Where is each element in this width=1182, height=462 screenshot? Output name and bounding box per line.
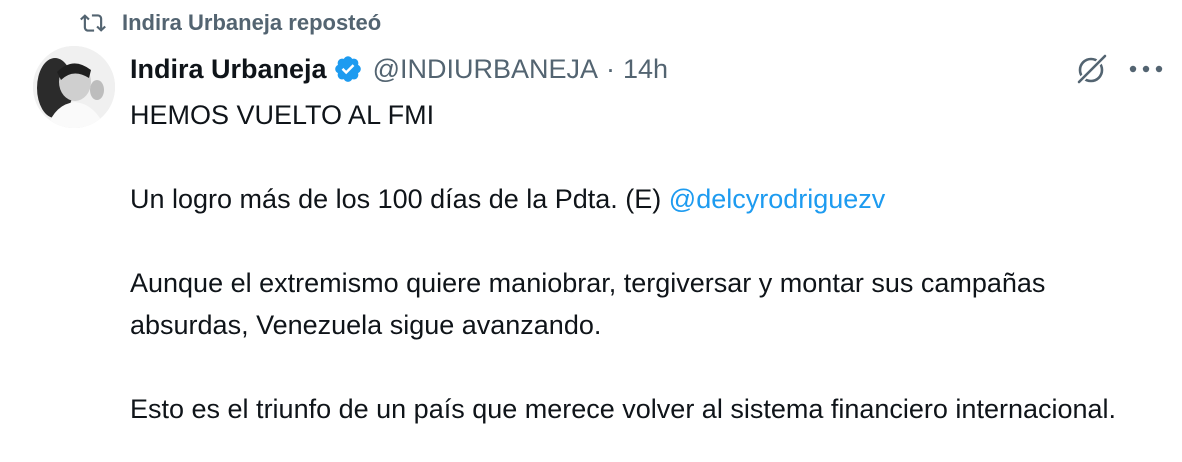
tweet-line-3: Aunque el extremismo quiere maniobrar, t… — [130, 268, 1046, 340]
tweet-line-2-text: Un logro más de los 100 días de la Pdta.… — [130, 184, 669, 214]
tweet-line-4: Esto es el triunfo de un país que merece… — [130, 394, 1117, 424]
grok-icon[interactable] — [1074, 51, 1110, 87]
more-icon[interactable] — [1126, 52, 1166, 86]
tweet-header: Indira Urbaneja @INDIURBANEJA · 14h — [130, 50, 668, 88]
tweet-line-2: Un logro más de los 100 días de la Pdta.… — [130, 178, 1160, 220]
repost-icon — [80, 10, 106, 36]
timestamp[interactable]: 14h — [623, 54, 668, 85]
repost-label[interactable]: Indira Urbaneja reposteó — [122, 10, 381, 36]
mention-link[interactable]: @delcyrodriguezv — [669, 184, 886, 214]
separator-dot: · — [606, 53, 616, 84]
author-name[interactable]: Indira Urbaneja — [130, 54, 327, 85]
tweet-line-1: HEMOS VUELTO AL FMI — [130, 100, 435, 130]
tweet-text: HEMOS VUELTO AL FMI Un logro más de los … — [130, 94, 1160, 430]
author-handle[interactable]: @INDIURBANEJA — [373, 54, 598, 85]
avatar[interactable] — [33, 46, 115, 128]
verified-badge-icon — [333, 54, 363, 84]
repost-indicator[interactable]: Indira Urbaneja reposteó — [80, 8, 381, 38]
